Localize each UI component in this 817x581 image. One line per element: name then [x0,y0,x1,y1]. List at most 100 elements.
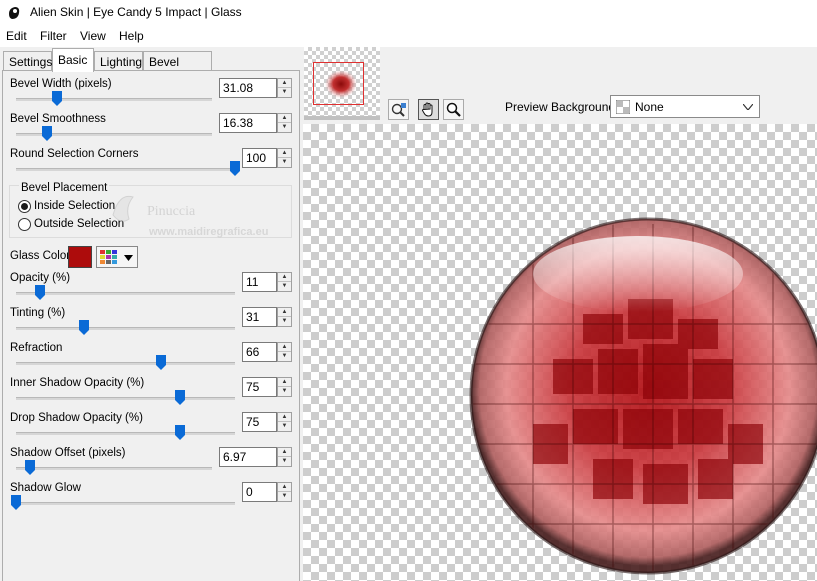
tab-bevel-profile[interactable]: Bevel Profile [143,51,212,83]
menu-help[interactable]: Help [119,29,144,43]
spin-down-icon[interactable]: ▼ [278,352,291,361]
checker-swatch-icon [616,100,630,114]
refraction-spinner[interactable]: ▲ ▼ [277,342,292,362]
glass-color-label: Glass Color [10,250,71,262]
spin-up-icon[interactable]: ▲ [278,308,291,317]
outside-selection-radio[interactable] [18,218,31,231]
menu-filter[interactable]: Filter [40,29,67,43]
tab-lighting[interactable]: Lighting [94,51,143,71]
shadow-glow-label: Shadow Glow [10,482,81,494]
tab-settings[interactable]: Settings [3,51,52,71]
opacity-spinner[interactable]: ▲ ▼ [277,272,292,292]
navigator-tool-button[interactable] [388,99,409,120]
palette-icon [100,250,117,264]
glass-sphere-preview [469,217,817,575]
spin-down-icon[interactable]: ▼ [278,457,291,466]
navigator-tool-icon [391,103,406,117]
svg-text:Pinuccia: Pinuccia [147,204,196,219]
svg-text:www.maidiregrafica.eu: www.maidiregrafica.eu [148,226,268,238]
shadow-offset-slider[interactable] [16,467,212,470]
spin-up-icon[interactable]: ▲ [278,483,291,492]
inner-shadow-field[interactable]: 75 [242,377,277,397]
menu-edit[interactable]: Edit [6,29,27,43]
round-corners-field[interactable]: 100 [242,148,277,168]
bevel-width-label: Bevel Width (pixels) [10,78,112,90]
spin-up-icon[interactable]: ▲ [278,149,291,158]
opacity-slider[interactable] [16,292,235,295]
chevron-down-icon [743,104,753,110]
drop-shadow-slider[interactable] [16,432,235,435]
spin-up-icon[interactable]: ▲ [278,273,291,282]
menu-view[interactable]: View [80,29,106,43]
drop-shadow-field[interactable]: 75 [242,412,277,432]
zoom-tool-button[interactable] [443,99,464,120]
round-corners-spinner[interactable]: ▲ ▼ [277,148,292,168]
shadow-glow-field[interactable]: 0 [242,482,277,502]
inside-selection-radio[interactable] [18,200,31,213]
spin-down-icon[interactable]: ▼ [278,158,291,167]
spin-up-icon[interactable]: ▲ [278,378,291,387]
hand-tool-button[interactable] [418,99,439,120]
bevel-smoothness-spinner[interactable]: ▲ ▼ [277,113,292,133]
spin-down-icon[interactable]: ▼ [278,422,291,431]
tinting-field[interactable]: 31 [242,307,277,327]
shadow-offset-field[interactable]: 6.97 [219,447,277,467]
spin-down-icon[interactable]: ▼ [278,387,291,396]
refraction-slider-thumb[interactable] [155,355,166,370]
spin-down-icon[interactable]: ▼ [278,123,291,132]
opacity-field[interactable]: 11 [242,272,277,292]
glass-color-swatch[interactable] [68,246,92,268]
shadow-offset-label: Shadow Offset (pixels) [10,447,126,459]
color-palette-button[interactable] [96,246,138,268]
tinting-slider-thumb[interactable] [78,320,89,335]
refraction-field[interactable]: 66 [242,342,277,362]
inner-shadow-slider-thumb[interactable] [175,390,186,405]
refraction-label: Refraction [10,342,63,354]
spin-down-icon[interactable]: ▼ [278,492,291,501]
bevel-smoothness-label: Bevel Smoothness [10,113,106,125]
shadow-offset-spinner[interactable]: ▲ ▼ [277,447,292,467]
drop-shadow-slider-thumb[interactable] [175,425,186,440]
drop-shadow-label: Drop Shadow Opacity (%) [10,412,143,424]
spin-down-icon[interactable]: ▼ [278,282,291,291]
round-corners-slider[interactable] [16,168,235,171]
shadow-glow-spinner[interactable]: ▲ ▼ [277,482,292,502]
bevel-smoothness-slider-thumb[interactable] [42,126,53,141]
preview-background-label: Preview Background: [505,100,619,114]
bevel-width-slider-thumb[interactable] [52,91,63,106]
spin-up-icon[interactable]: ▲ [278,413,291,422]
navigator-viewport-rect[interactable] [313,62,364,105]
spin-up-icon[interactable]: ▲ [278,79,291,88]
bevel-smoothness-field[interactable]: 16.38 [219,113,277,133]
shadow-glow-slider-thumb[interactable] [11,495,21,510]
spin-down-icon[interactable]: ▼ [278,317,291,326]
opacity-slider-thumb[interactable] [35,285,46,300]
bevel-width-field[interactable]: 31.08 [219,78,277,98]
window-title: Alien Skin | Eye Candy 5 Impact | Glass [30,5,242,19]
hand-tool-icon [422,102,433,117]
round-corners-label: Round Selection Corners [10,148,139,160]
spin-up-icon[interactable]: ▲ [278,343,291,352]
preview-canvas[interactable] [303,124,817,581]
inner-shadow-spinner[interactable]: ▲ ▼ [277,377,292,397]
spin-up-icon[interactable]: ▲ [278,114,291,123]
watermark-logo: Pinuccia www.maidiregrafica.eu [112,195,268,238]
tab-basic[interactable]: Basic [52,48,94,72]
inner-shadow-slider[interactable] [16,397,235,400]
preview-background-select[interactable]: None [610,95,760,118]
refraction-slider[interactable] [16,362,235,365]
spin-up-icon[interactable]: ▲ [278,448,291,457]
bevel-width-spinner[interactable]: ▲ ▼ [277,78,292,98]
bevel-placement-label: Bevel Placement [19,182,110,194]
bevel-width-slider[interactable] [16,98,212,101]
tinting-spinner[interactable]: ▲ ▼ [277,307,292,327]
tinting-slider[interactable] [16,327,235,330]
drop-shadow-spinner[interactable]: ▲ ▼ [277,412,292,432]
shadow-glow-slider[interactable] [16,502,235,505]
spin-down-icon[interactable]: ▼ [278,88,291,97]
shadow-offset-slider-thumb[interactable] [24,460,35,475]
round-corners-slider-thumb[interactable] [230,161,240,176]
inside-selection-label[interactable]: Inside Selection [34,200,115,212]
tinting-label: Tinting (%) [10,307,66,319]
app-icon [9,7,20,19]
